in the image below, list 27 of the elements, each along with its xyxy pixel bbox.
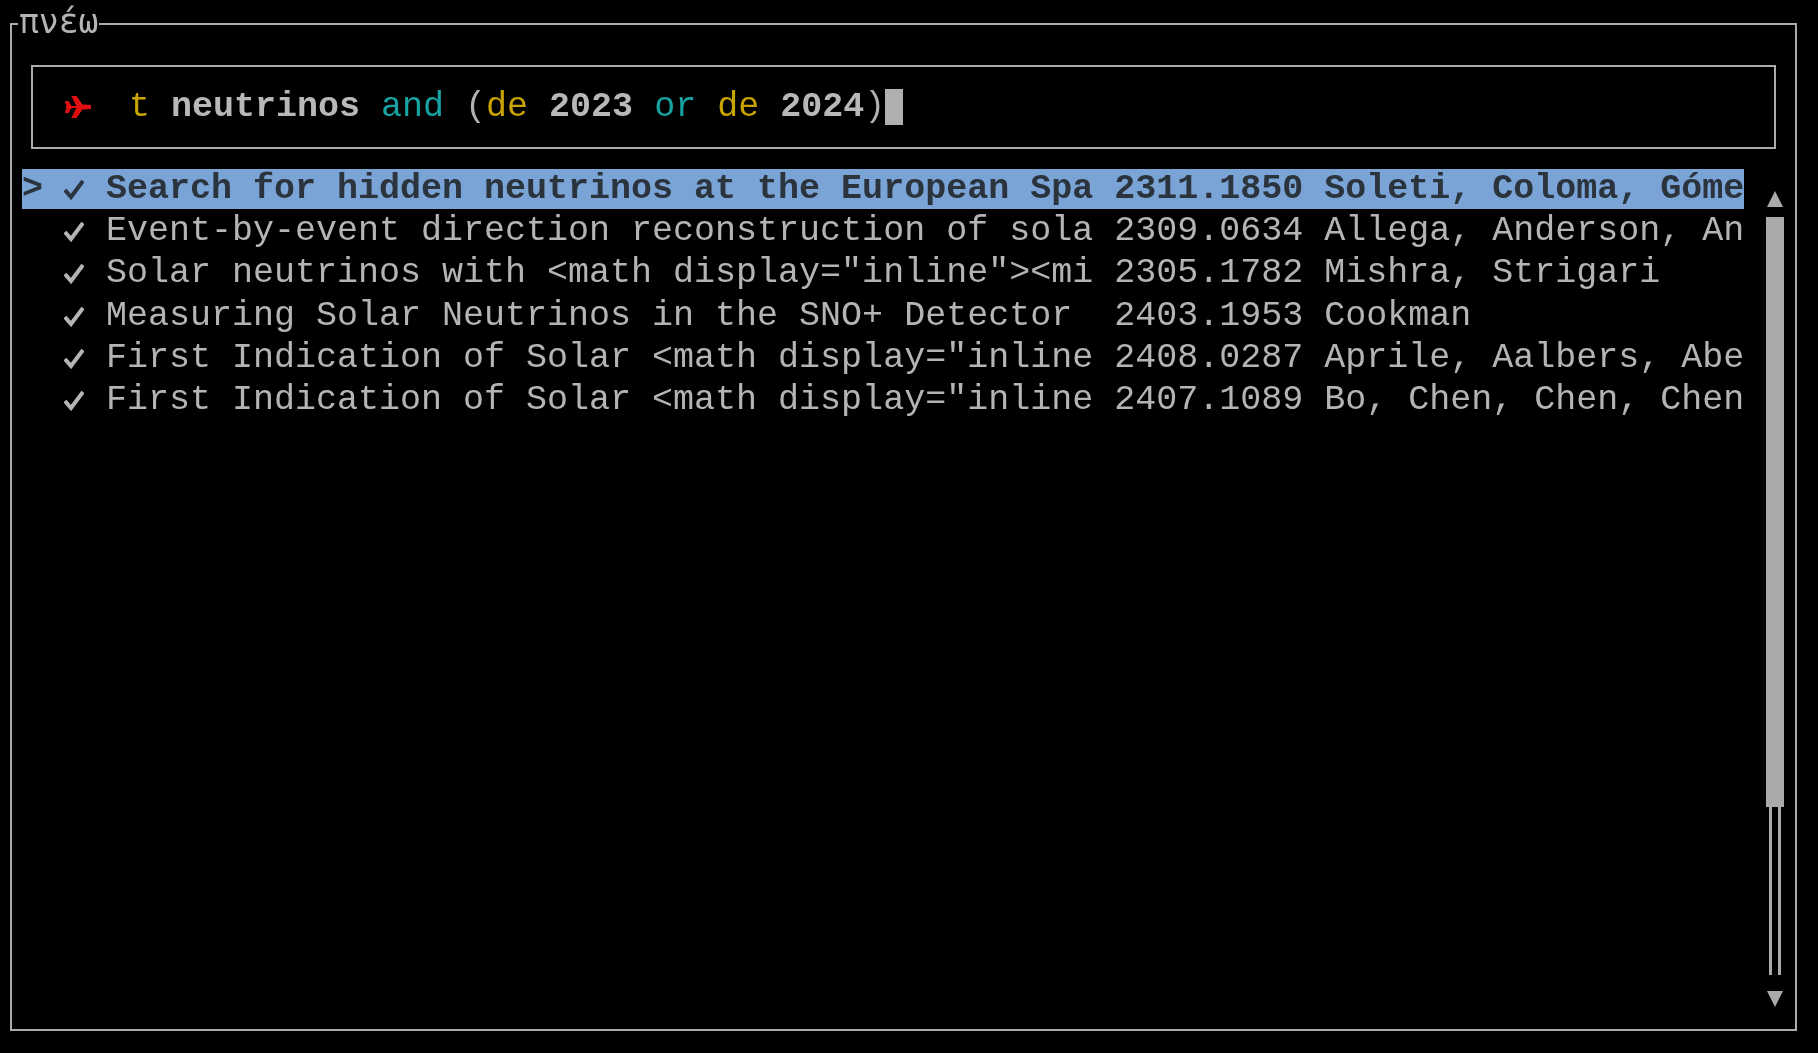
paper-title: Measuring Solar Neutrinos in the SNO+ Detector <box>106 295 1073 336</box>
arxiv-id: 2305.1782 <box>1114 253 1304 294</box>
paper-title: First Indication of Solar <math display="inline <box>106 337 1094 378</box>
authors: Allega, Anderson, An <box>1324 211 1745 252</box>
paper-title: Solar neutrinos with <math display="inline"><mi <box>106 253 1094 294</box>
arxiv-id: 2403.1953 <box>1114 295 1304 336</box>
authors: Cookman <box>1324 295 1472 336</box>
arxiv-id: 2311.1850 <box>1114 169 1304 209</box>
result-row[interactable]: Measuring Solar Neutrinos in the SNO+ Detector 2403.1953 Cookman <box>22 295 1745 336</box>
paper-title: Search for hidden neutrinos at the European Spa <box>106 169 1094 209</box>
arxiv-id: 2408.0287 <box>1114 337 1304 378</box>
authors: Mishra, Strigari <box>1324 253 1661 294</box>
authors: Aprile, Aalbers, Abe <box>1324 337 1745 378</box>
result-row[interactable]: First Indication of Solar <math display="inline 2408.0287 Aprile, Aalbers, Abe <box>22 337 1745 378</box>
result-row[interactable]: Event-by-event direction reconstruction of sola 2309.0634 Allega, Anderson, An <box>22 211 1745 252</box>
result-row[interactable]: Solar neutrinos with <math display="inline"><mi 2305.1782 Mishra, Strigari <box>22 253 1745 294</box>
result-row[interactable]: > Search for hidden neutrinos at the European Spa 2311.1850 Soleti, Coloma, Góme <box>22 169 1745 209</box>
paper-title: Event-by-event direction reconstruction of sola <box>106 211 1094 252</box>
authors: Soleti, Coloma, Góme <box>1324 169 1745 209</box>
paper-title: First Indication of Solar <math display="inline <box>106 379 1094 420</box>
arxiv-id: 2407.1089 <box>1114 379 1304 420</box>
plane-icon <box>65 95 91 119</box>
authors: Bo, Chen, Chen, Chen <box>1324 379 1745 420</box>
search-field[interactable]: t neutrinos and (de 2023 or de 2024) <box>31 65 1776 149</box>
result-row[interactable]: First Indication of Solar <math display="inline 2407.1089 Bo, Chen, Chen, Chen <box>22 379 1745 420</box>
selection-pointer: > <box>22 169 43 209</box>
arxiv-id: 2309.0634 <box>1114 211 1304 252</box>
